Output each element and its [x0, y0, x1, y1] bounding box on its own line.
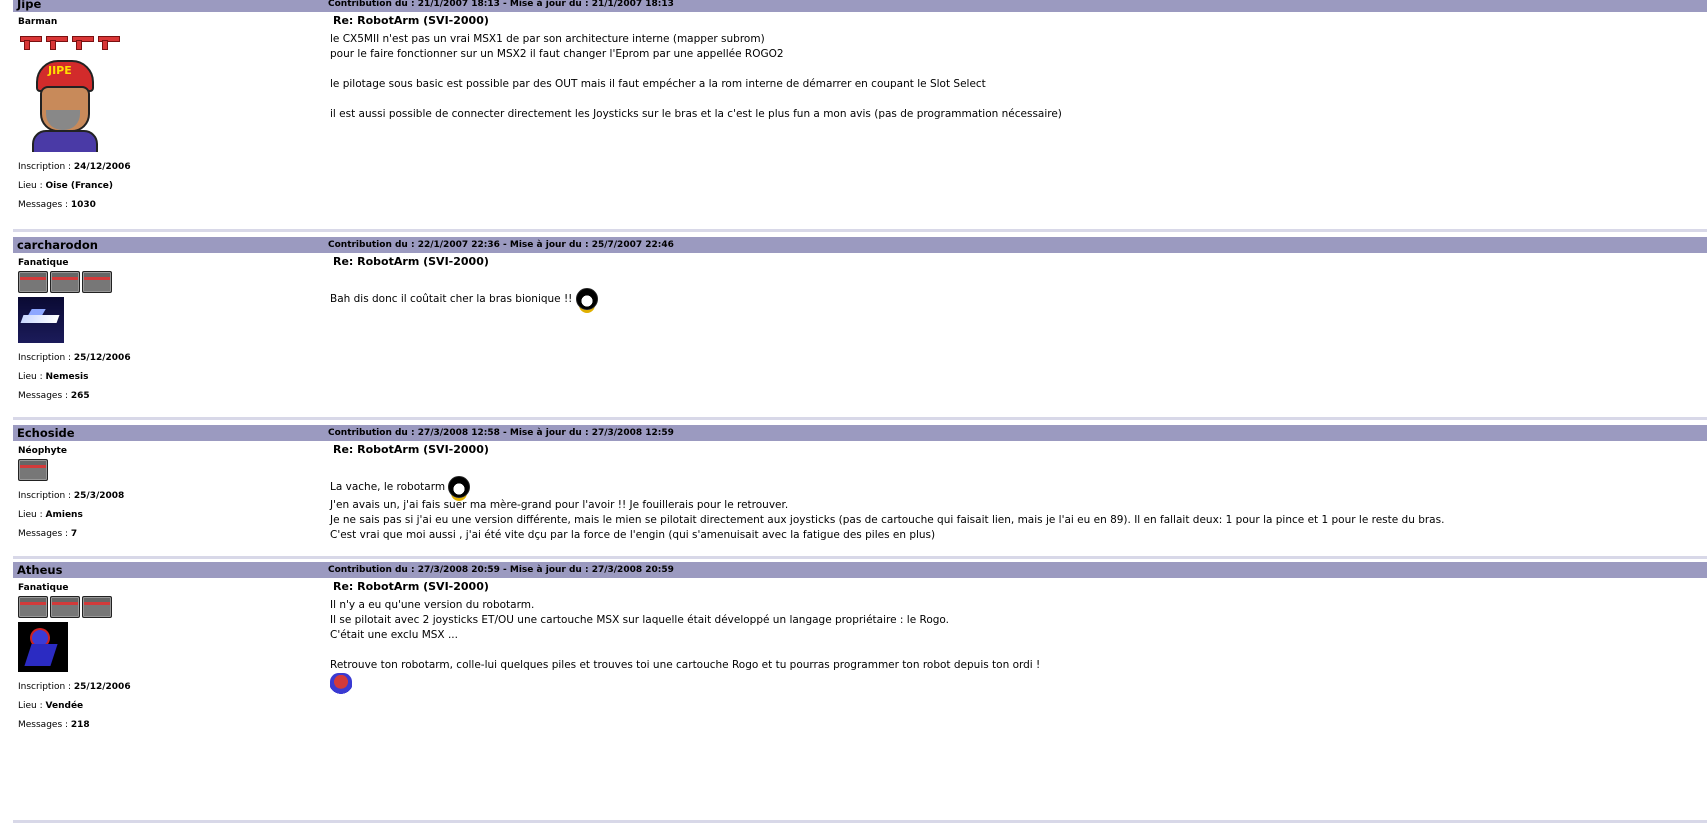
box-icon [50, 270, 80, 293]
author-name[interactable]: Echoside [17, 426, 75, 440]
message: Re: RobotArm (SVI-2000) le CX5MII n'est … [330, 12, 1697, 122]
rank-icons [18, 458, 318, 481]
message-line: C'est vrai que moi aussi , j'ai été vite… [330, 529, 936, 541]
forum-post: Jipe Contribution du : 21/1/2007 18:13 -… [13, 0, 1707, 230]
message-line: Bah dis donc il coûtait cher la bras bio… [330, 288, 1697, 310]
gun-icon [96, 32, 120, 50]
user-panel: Fanatique Inscription : 25/12/2006 Lieu … [18, 583, 318, 735]
user-location: Lieu : Oise (France) [18, 181, 114, 191]
message-line [330, 673, 1697, 695]
box-icon [50, 595, 80, 618]
message-line: pour le faire fonctionner sur un MSX2 il… [330, 48, 784, 60]
post-dates: Contribution du : 27/3/2008 12:58 - Mise… [328, 428, 674, 438]
user-meta: Inscription : 25/12/2006 Lieu : Vendée M… [18, 678, 318, 735]
message-subject: Re: RobotArm (SVI-2000) [333, 255, 489, 268]
message-line [330, 62, 1697, 77]
user-panel: Néophyte Inscription : 25/3/2008 Lieu : … [18, 446, 318, 544]
user-meta: Inscription : 25/12/2006 Lieu : Nemesis … [18, 349, 318, 406]
user-location: Lieu : Nemesis [18, 372, 89, 382]
user-location: Lieu : Amiens [18, 510, 83, 520]
box-icon [82, 595, 112, 618]
message-line: Il se pilotait avec 2 joysticks ET/OU un… [330, 614, 949, 626]
post-dates: Contribution du : 27/3/2008 20:59 - Mise… [328, 565, 674, 575]
message-line [330, 461, 1697, 476]
post-header: Jipe Contribution du : 21/1/2007 18:13 -… [13, 0, 1707, 12]
box-icon [18, 458, 48, 481]
post-separator [13, 820, 1707, 823]
gun-icon [44, 32, 68, 50]
box-icon [18, 595, 48, 618]
user-meta: Inscription : 25/3/2008 Lieu : Amiens Me… [18, 487, 318, 544]
user-message-count: Messages : 1030 [18, 200, 96, 210]
user-rank: Néophyte [18, 446, 67, 456]
forum-post: Atheus Contribution du : 27/3/2008 20:59… [13, 562, 1707, 816]
user-rank: Barman [18, 17, 58, 27]
post-separator [13, 229, 1707, 232]
message-line: Je ne sais pas si j'ai eu une version di… [330, 514, 1445, 526]
message-line: Il n'y a eu qu'une version du robotarm. [330, 599, 535, 611]
author-name[interactable]: Jipe [17, 0, 41, 11]
smiley-icon [575, 288, 598, 310]
message-text: Bah dis donc il coûtait cher la bras bio… [330, 273, 1697, 310]
user-inscription: Inscription : 25/12/2006 [18, 353, 131, 363]
user-panel: Barman JIPE Inscription : 24/12/2006 Lie… [18, 17, 318, 215]
message-line: il est aussi possible de connecter direc… [330, 108, 1062, 120]
avatar [18, 622, 68, 672]
rank-icons [18, 29, 318, 52]
message-line: C'était une exclu MSX ... [330, 629, 458, 641]
smiley-icon [330, 673, 352, 695]
user-inscription: Inscription : 25/12/2006 [18, 682, 131, 692]
message-line [330, 92, 1697, 107]
rank-icons [18, 270, 318, 293]
message-subject: Re: RobotArm (SVI-2000) [333, 443, 489, 456]
gun-icon [70, 32, 94, 50]
post-header: Atheus Contribution du : 27/3/2008 20:59… [13, 562, 1707, 578]
forum-post: carcharodon Contribution du : 22/1/2007 … [13, 237, 1707, 417]
message: Re: RobotArm (SVI-2000) Il n'y a eu qu'u… [330, 578, 1697, 695]
forum-post: Echoside Contribution du : 27/3/2008 12:… [13, 425, 1707, 556]
gun-icon [18, 32, 42, 50]
message-line: La vache, le robotarm [330, 476, 1697, 498]
user-meta: Inscription : 24/12/2006 Lieu : Oise (Fr… [18, 158, 318, 215]
rank-icons [18, 595, 318, 618]
message-text: La vache, le robotarm J'en avais un, j'a… [330, 461, 1697, 543]
user-rank: Fanatique [18, 583, 69, 593]
message-line: le CX5MII n'est pas un vrai MSX1 de par … [330, 33, 765, 45]
message-line: le pilotage sous basic est possible par … [330, 78, 986, 90]
message-line [330, 643, 1697, 658]
message: Re: RobotArm (SVI-2000) La vache, le rob… [330, 441, 1697, 543]
box-icon [82, 270, 112, 293]
user-inscription: Inscription : 24/12/2006 [18, 162, 131, 172]
post-dates: Contribution du : 21/1/2007 18:13 - Mise… [328, 0, 674, 9]
user-message-count: Messages : 7 [18, 529, 78, 539]
post-header: Echoside Contribution du : 27/3/2008 12:… [13, 425, 1707, 441]
message-line: J'en avais un, j'ai fais suer ma mère-gr… [330, 499, 789, 511]
user-panel: Fanatique Inscription : 25/12/2006 Lieu … [18, 258, 318, 406]
user-location: Lieu : Vendée [18, 701, 84, 711]
post-separator [13, 556, 1707, 559]
user-message-count: Messages : 265 [18, 391, 90, 401]
user-inscription: Inscription : 25/3/2008 [18, 491, 125, 501]
avatar [18, 297, 64, 343]
message-subject: Re: RobotArm (SVI-2000) [333, 580, 489, 593]
author-name[interactable]: carcharodon [17, 238, 98, 252]
message: Re: RobotArm (SVI-2000) Bah dis donc il … [330, 253, 1697, 310]
post-header: carcharodon Contribution du : 22/1/2007 … [13, 237, 1707, 253]
avatar-cap-text: JIPE [48, 64, 72, 77]
smiley-icon [448, 476, 471, 498]
box-icon [18, 270, 48, 293]
author-name[interactable]: Atheus [17, 563, 62, 577]
user-message-count: Messages : 218 [18, 720, 90, 730]
message-line [330, 273, 1697, 288]
user-rank: Fanatique [18, 258, 69, 268]
message-text: le CX5MII n'est pas un vrai MSX1 de par … [330, 32, 1697, 122]
message-text: Il n'y a eu qu'une version du robotarm. … [330, 598, 1697, 695]
message-line: Retrouve ton robotarm, colle-lui quelque… [330, 659, 1041, 671]
post-dates: Contribution du : 22/1/2007 22:36 - Mise… [328, 240, 674, 250]
post-separator [13, 417, 1707, 420]
avatar: JIPE [18, 56, 108, 152]
message-subject: Re: RobotArm (SVI-2000) [333, 14, 489, 27]
